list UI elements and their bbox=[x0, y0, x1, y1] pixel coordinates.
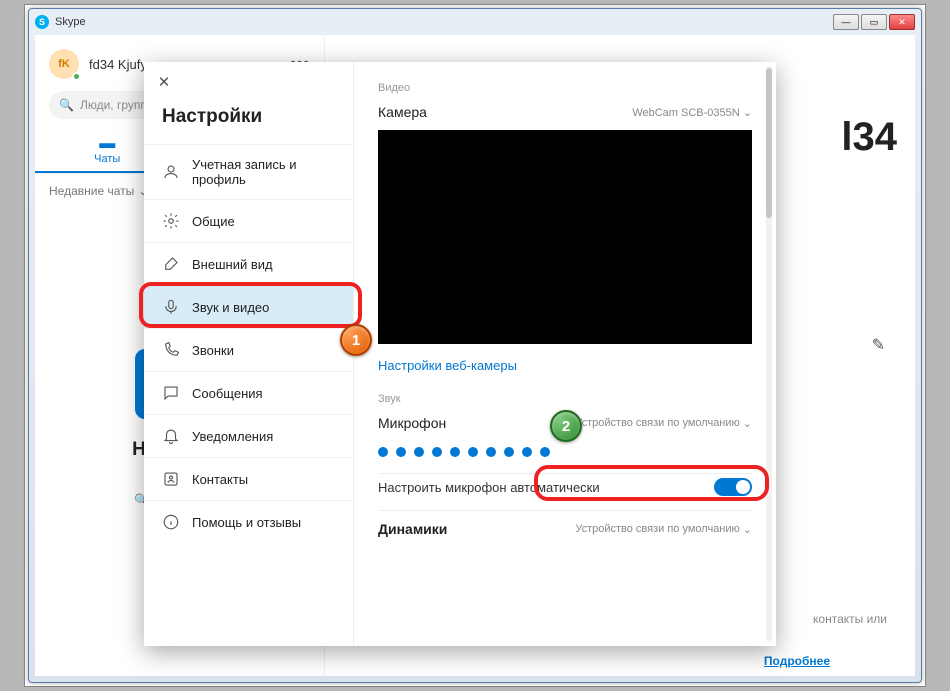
skype-logo-icon: S bbox=[35, 15, 49, 29]
window-title: Skype bbox=[55, 16, 833, 28]
speaker-label: Динамики bbox=[378, 521, 575, 537]
message-icon bbox=[162, 384, 180, 402]
nav-messaging[interactable]: Сообщения bbox=[144, 371, 353, 414]
presence-icon bbox=[72, 72, 81, 81]
hint-text: контакты или bbox=[813, 612, 887, 626]
close-settings-button[interactable]: ✕ bbox=[144, 62, 184, 102]
nav-appearance[interactable]: Внешний вид bbox=[144, 242, 353, 285]
scrollbar[interactable] bbox=[766, 66, 772, 642]
page-title: l34 bbox=[841, 115, 897, 160]
camera-device-select[interactable]: WebCam SCB-0355N ⌄ bbox=[632, 106, 752, 119]
microphone-device-select[interactable]: Устройство связи по умолчанию ⌄ bbox=[575, 417, 752, 430]
search-icon: 🔍 bbox=[59, 98, 74, 112]
avatar[interactable]: fK bbox=[49, 49, 79, 79]
camera-label: Камера bbox=[378, 104, 632, 120]
auto-mic-label: Настроить микрофон автоматически bbox=[378, 480, 714, 495]
nav-general[interactable]: Общие bbox=[144, 199, 353, 242]
annotation-badge-2: 2 bbox=[550, 410, 582, 442]
nav-calling[interactable]: Звонки bbox=[144, 328, 353, 371]
chevron-down-icon: ⌄ bbox=[743, 107, 752, 119]
video-section-label: Видео bbox=[378, 82, 752, 94]
nav-audio-video[interactable]: Звук и видео bbox=[144, 285, 353, 328]
annotation-badge-1: 1 bbox=[340, 324, 372, 356]
settings-title: Настройки bbox=[144, 102, 353, 144]
speaker-device-select[interactable]: Устройство связи по умолчанию ⌄ bbox=[575, 523, 752, 536]
person-icon bbox=[162, 163, 180, 181]
learn-more-link[interactable]: Подробнее bbox=[764, 654, 830, 668]
chevron-down-icon: ⌄ bbox=[743, 417, 752, 430]
settings-dialog: ✕ Настройки Учетная запись и профиль Общ… bbox=[144, 62, 776, 646]
brush-icon bbox=[162, 255, 180, 273]
contacts-icon bbox=[162, 470, 180, 488]
nav-account[interactable]: Учетная запись и профиль bbox=[144, 144, 353, 199]
microphone-label: Микрофон bbox=[378, 415, 575, 431]
webcam-settings-link[interactable]: Настройки веб-камеры bbox=[378, 354, 752, 373]
mic-level-indicator bbox=[378, 441, 752, 459]
edit-icon[interactable]: ✎ bbox=[872, 335, 885, 355]
mic-icon bbox=[162, 298, 180, 316]
phone-icon bbox=[162, 341, 180, 359]
camera-preview bbox=[378, 130, 752, 344]
audio-section-label: Звук bbox=[378, 393, 752, 405]
nav-notifications[interactable]: Уведомления bbox=[144, 414, 353, 457]
minimize-button[interactable]: — bbox=[833, 14, 859, 30]
maximize-button[interactable]: ▭ bbox=[861, 14, 887, 30]
auto-mic-toggle[interactable] bbox=[714, 478, 752, 496]
chevron-down-icon: ⌄ bbox=[743, 523, 752, 536]
nav-help[interactable]: Помощь и отзывы bbox=[144, 500, 353, 543]
info-icon bbox=[162, 513, 180, 531]
bell-icon bbox=[162, 427, 180, 445]
gear-icon bbox=[162, 212, 180, 230]
nav-contacts[interactable]: Контакты bbox=[144, 457, 353, 500]
close-button[interactable]: ✕ bbox=[889, 14, 915, 30]
